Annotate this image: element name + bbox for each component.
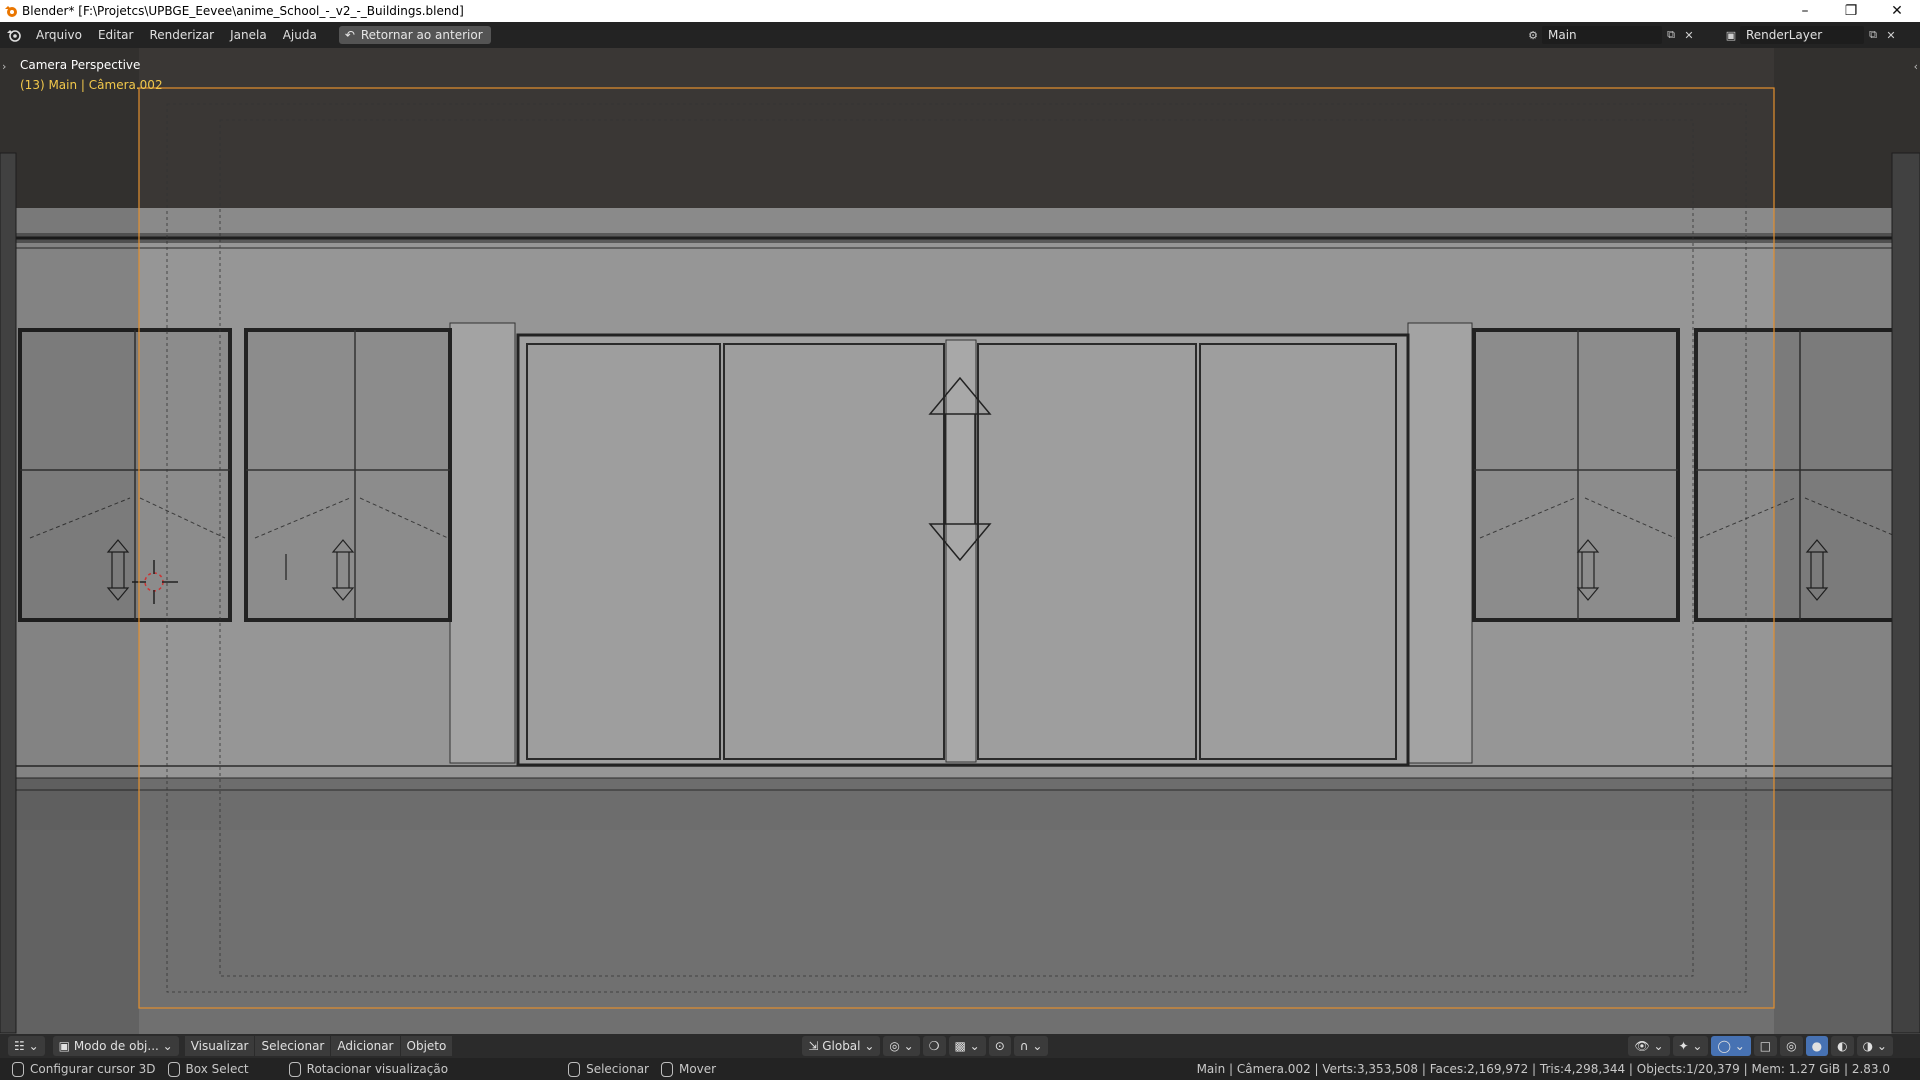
gizmo-toggle-icon[interactable]: ✦ ⌄ — [1672, 1036, 1709, 1056]
window-title: Blender* [F:\Projetcs\UPBGE_Eevee\anime_… — [22, 4, 464, 18]
scene-icon[interactable]: ⚙ — [1524, 26, 1542, 44]
orientation-label: Global — [822, 1039, 861, 1053]
chevron-down-icon: ⌄ — [864, 1039, 875, 1053]
overlays-toggle-icon[interactable]: ◯ ⌄ — [1711, 1036, 1751, 1056]
status-hint: Selecionar — [568, 1061, 649, 1077]
view-layer-name-field[interactable]: RenderLayer — [1740, 26, 1864, 44]
pivot-point-icon[interactable]: ◎ ⌄ — [883, 1036, 920, 1056]
sidebar-expand-icon[interactable]: ‹ — [1914, 60, 1918, 73]
new-view-layer-icon[interactable]: ⧉ — [1864, 26, 1882, 44]
status-hint-label: Box Select — [185, 1062, 249, 1076]
scene-name-field[interactable]: Main — [1542, 26, 1662, 44]
snap-target-icon[interactable]: ▩ ⌄ — [948, 1036, 986, 1056]
orientation-axes-icon: ⇲ — [808, 1039, 819, 1053]
delete-view-layer-icon[interactable]: ✕ — [1882, 26, 1900, 44]
status-hint-label: Selecionar — [586, 1062, 649, 1076]
viewport-object-info: (13) Main | Câmera.002 — [20, 78, 163, 92]
status-hint: Configurar cursor 3D — [12, 1061, 156, 1077]
editor-type-icon[interactable]: ☷ ⌄ — [8, 1036, 45, 1056]
menu-janela[interactable]: Janela — [222, 25, 275, 45]
blender-app-icon — [5, 6, 17, 17]
window-title-bar: Blender* [F:\Projetcs\UPBGE_Eevee\anime_… — [0, 0, 1920, 22]
minimize-icon[interactable]: – — [1782, 0, 1828, 22]
mode-selector[interactable]: ▣ Modo de obj... ⌄ — [52, 1036, 179, 1056]
shading-solid-icon[interactable]: ● — [1805, 1036, 1829, 1056]
mouse-left-icon — [12, 1061, 24, 1077]
mouse-middle-icon — [288, 1061, 301, 1077]
status-bar: Configurar cursor 3D Box Select Rotacion… — [0, 1058, 1920, 1080]
viewport-scene — [0, 48, 1920, 1048]
menu-ajuda[interactable]: Ajuda — [275, 25, 325, 45]
shading-rendered-icon[interactable]: ◑ ⌄ — [1856, 1036, 1893, 1056]
viewport-view-name: Camera Perspective — [20, 58, 141, 72]
status-hint-label: Rotacionar visualização — [306, 1062, 449, 1076]
3d-viewport[interactable]: Camera Perspective (13) Main | Câmera.00… — [0, 48, 1920, 1048]
menu-renderizar[interactable]: Renderizar — [141, 25, 222, 45]
shading-wireframe-icon[interactable]: ◎ — [1780, 1036, 1803, 1056]
object-mode-icon: ▣ — [58, 1039, 70, 1053]
view-layer-selector: ▣ RenderLayer ⧉ ✕ — [1722, 25, 1900, 45]
back-arrow-icon: ↶ — [344, 28, 355, 42]
falloff-icon[interactable]: ∩ ⌄ — [1013, 1036, 1049, 1056]
scene-selector: ⚙ Main ⧉ ✕ — [1524, 25, 1698, 45]
status-hint-label: Mover — [678, 1062, 717, 1076]
proportional-edit-icon[interactable]: ⊙ — [988, 1036, 1011, 1056]
chevron-down-icon: ⌄ — [162, 1039, 173, 1053]
menu-selecionar[interactable]: Selecionar — [255, 1036, 331, 1056]
menu-objeto[interactable]: Objeto — [400, 1036, 453, 1056]
xray-toggle-icon[interactable]: □ — [1753, 1036, 1778, 1056]
blender-menu-icon[interactable] — [0, 22, 28, 48]
new-scene-icon[interactable]: ⧉ — [1662, 26, 1680, 44]
back-to-previous-button[interactable]: ↶ Retornar ao anterior — [338, 26, 491, 44]
visibility-icon[interactable]: 👁 ⌄ — [1628, 1036, 1670, 1056]
back-to-previous-label: Retornar ao anterior — [360, 28, 483, 42]
mouse-left-icon — [568, 1061, 581, 1077]
snap-toggle-icon[interactable]: ❍ — [922, 1036, 946, 1056]
menu-adicionar[interactable]: Adicionar — [331, 1036, 400, 1056]
view-layer-icon[interactable]: ▣ — [1722, 26, 1740, 44]
menu-visualizar[interactable]: Visualizar — [184, 1036, 255, 1056]
transform-orientation-selector[interactable]: ⇲ Global ⌄ — [802, 1036, 881, 1056]
mouse-left-icon — [167, 1061, 180, 1077]
restore-icon[interactable]: ❐ — [1828, 0, 1874, 22]
scene-statistics: Main | Câmera.002 | Verts:3,353,508 | Fa… — [1196, 1062, 1890, 1076]
status-hint-label: Configurar cursor 3D — [30, 1062, 156, 1076]
mouse-right-icon — [660, 1061, 673, 1077]
viewport-header: ☷ ⌄ ▣ Modo de obj... ⌄ Visualizar Seleci… — [0, 1034, 1920, 1058]
status-hint: Box Select — [167, 1061, 249, 1077]
status-hint: Rotacionar visualização — [288, 1061, 449, 1077]
close-icon[interactable]: ✕ — [1874, 0, 1920, 22]
menu-arquivo[interactable]: Arquivo — [28, 25, 90, 45]
delete-scene-icon[interactable]: ✕ — [1680, 26, 1698, 44]
shading-material-icon[interactable]: ◐ — [1831, 1036, 1854, 1056]
mode-label: Modo de obj... — [73, 1039, 159, 1053]
toolbar-expand-icon[interactable]: › — [2, 60, 6, 73]
menu-editar[interactable]: Editar — [90, 25, 142, 45]
status-hint: Mover — [660, 1061, 717, 1077]
